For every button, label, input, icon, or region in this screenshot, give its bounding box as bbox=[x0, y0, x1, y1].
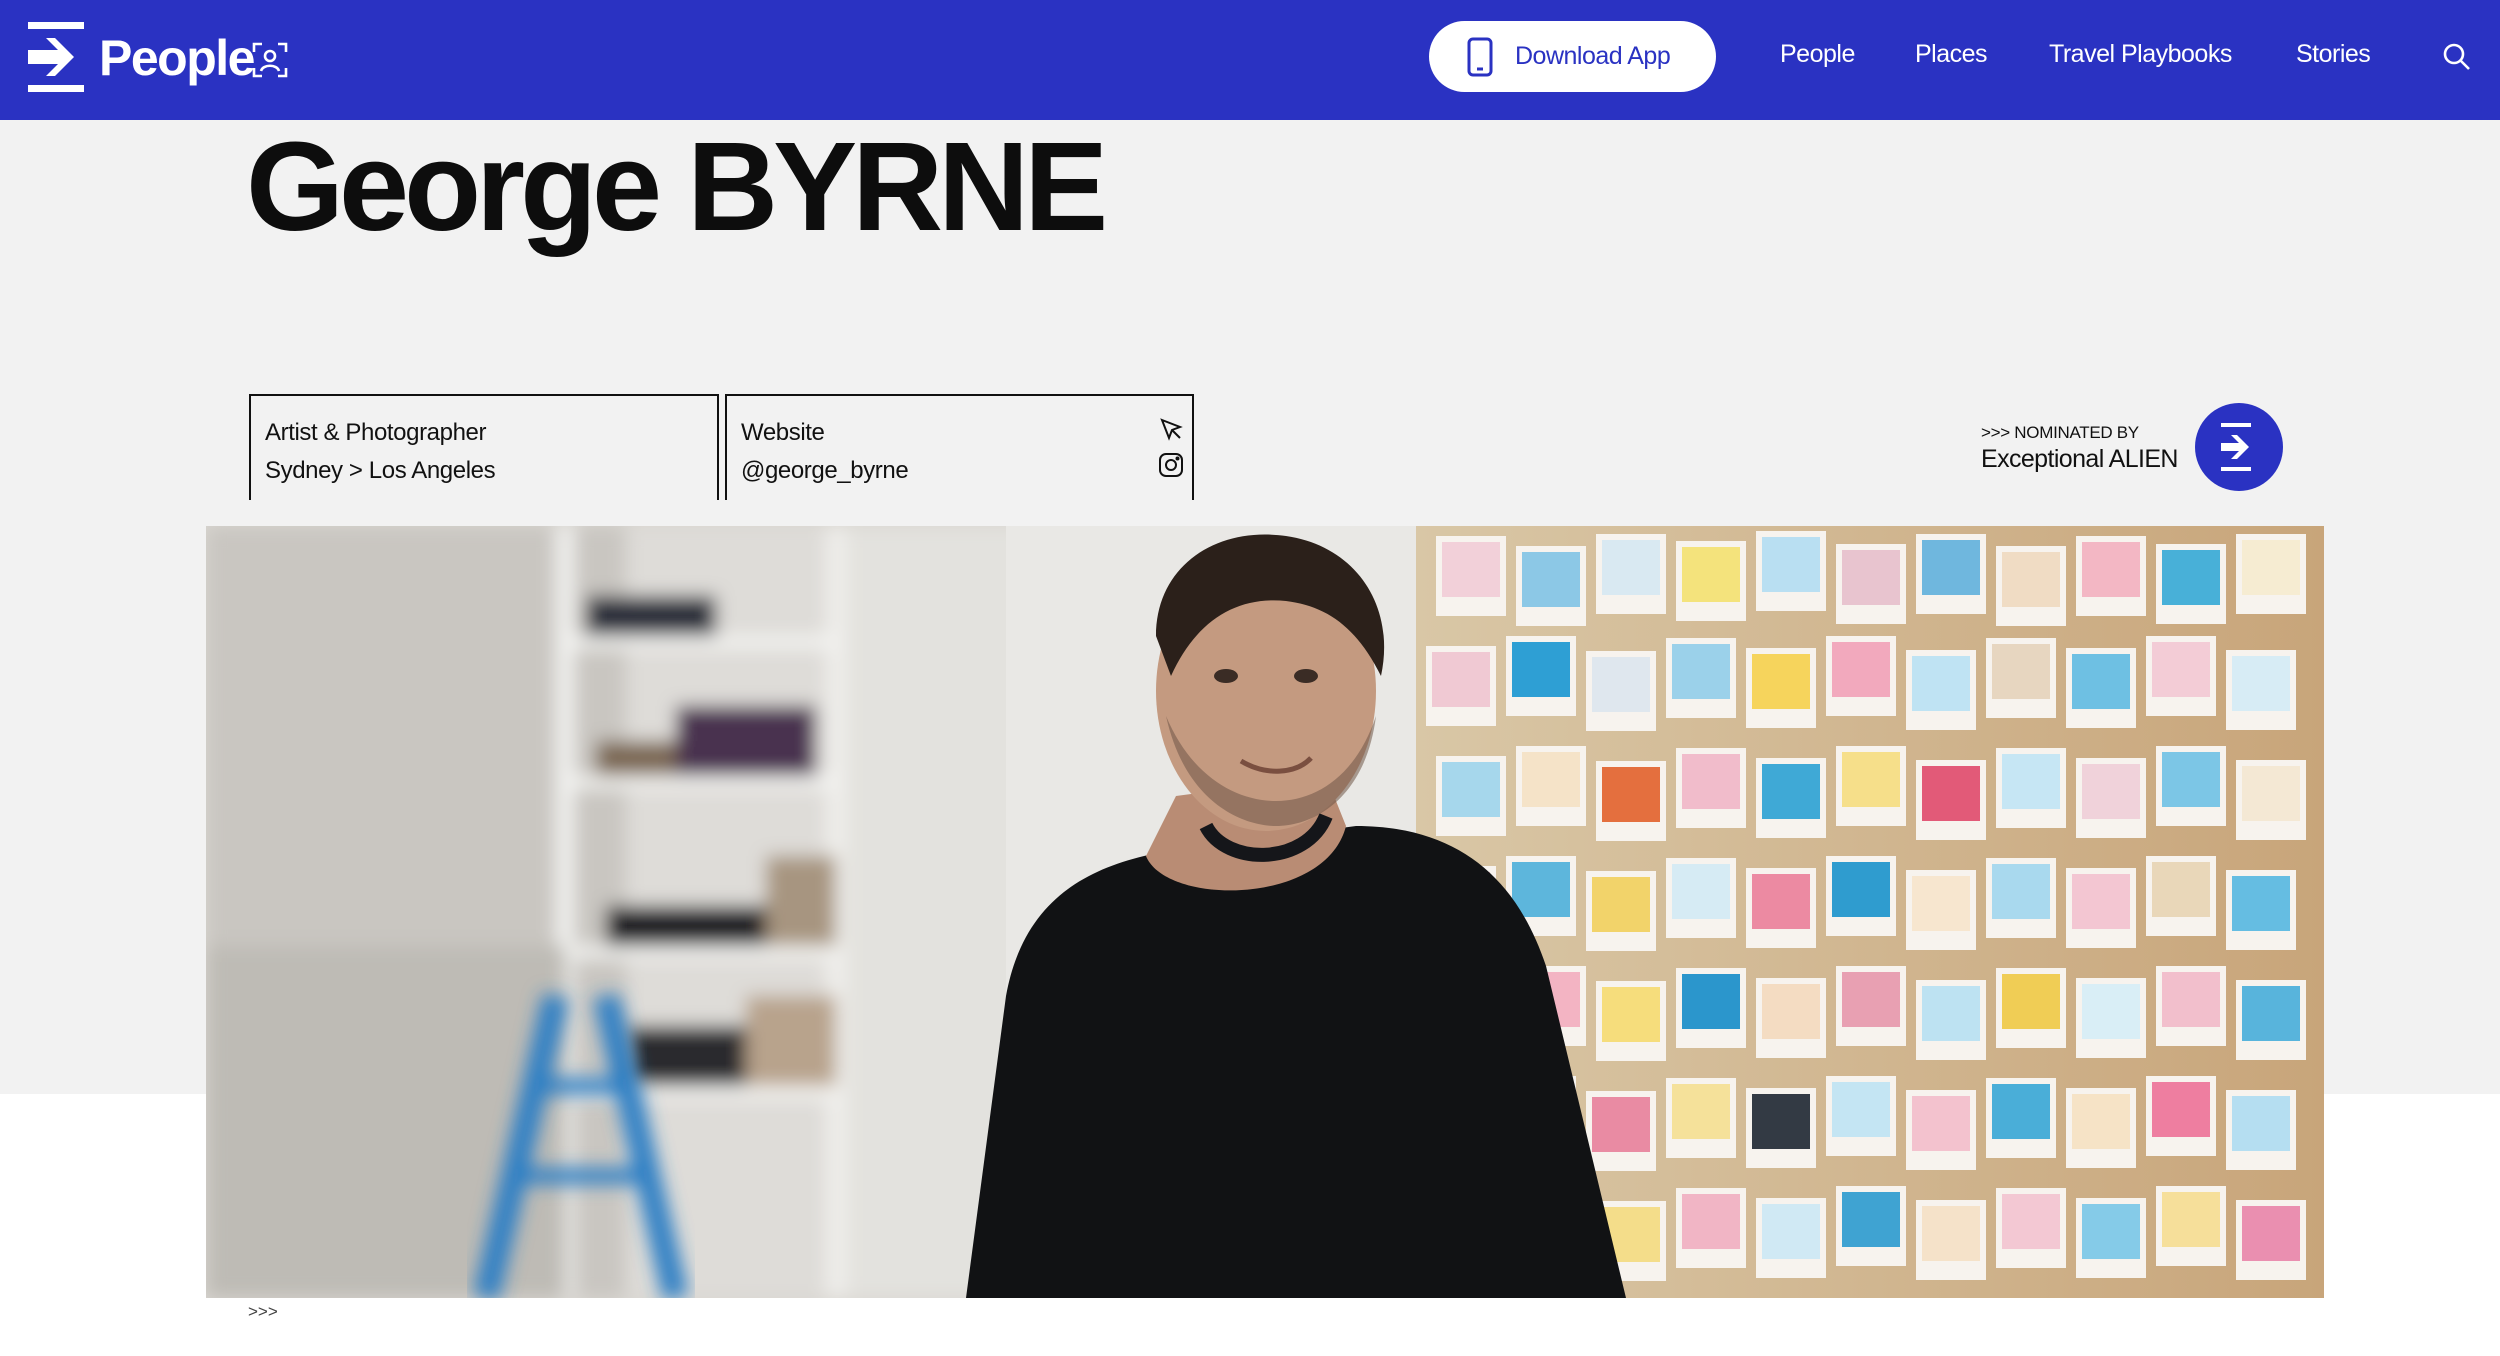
website-link[interactable]: Website bbox=[741, 414, 1192, 452]
photo-caption: >>> bbox=[248, 1302, 278, 1321]
brand-logo-text[interactable]: People bbox=[99, 28, 255, 88]
cursor-icon[interactable] bbox=[1158, 416, 1184, 442]
scan-face-icon[interactable] bbox=[252, 42, 288, 78]
nav-link-places[interactable]: Places bbox=[1915, 36, 1988, 72]
nominated-by: >>> NOMINATED BY Exceptional ALIEN bbox=[1981, 423, 2178, 475]
instagram-icon[interactable] bbox=[1158, 452, 1184, 478]
nominated-by-label: >>> NOMINATED BY bbox=[1981, 423, 2139, 442]
download-app-label: Download App bbox=[1515, 42, 1671, 70]
phone-icon bbox=[1467, 37, 1493, 76]
profile-role: Artist & Photographer bbox=[265, 419, 487, 446]
arrow-logo-icon bbox=[2221, 423, 2251, 471]
profile-links-box: Website @george_byrne bbox=[725, 394, 1194, 500]
nav-link-travel-playbooks[interactable]: Travel Playbooks bbox=[2049, 36, 2232, 72]
search-icon[interactable] bbox=[2442, 42, 2472, 72]
nominator-badge[interactable] bbox=[2195, 403, 2283, 491]
download-app-button[interactable]: Download App bbox=[1429, 21, 1716, 92]
profile-photo bbox=[206, 526, 2324, 1298]
nav-link-stories[interactable]: Stories bbox=[2296, 36, 2371, 72]
nav-link-people[interactable]: People bbox=[1780, 36, 1855, 72]
top-navbar: People Download App People Places Travel… bbox=[0, 0, 2500, 120]
page-title: George BYRNE bbox=[246, 116, 1108, 257]
profile-location: Sydney > Los Angeles bbox=[265, 457, 496, 484]
arrow-logo-icon[interactable] bbox=[28, 22, 86, 92]
profile-role-box: Artist & Photographer Sydney > Los Angel… bbox=[249, 394, 719, 500]
portrait-photo-illustration bbox=[206, 526, 2324, 1298]
instagram-link[interactable]: @george_byrne bbox=[741, 452, 1192, 490]
nominator-name[interactable]: Exceptional ALIEN bbox=[1981, 443, 2178, 475]
